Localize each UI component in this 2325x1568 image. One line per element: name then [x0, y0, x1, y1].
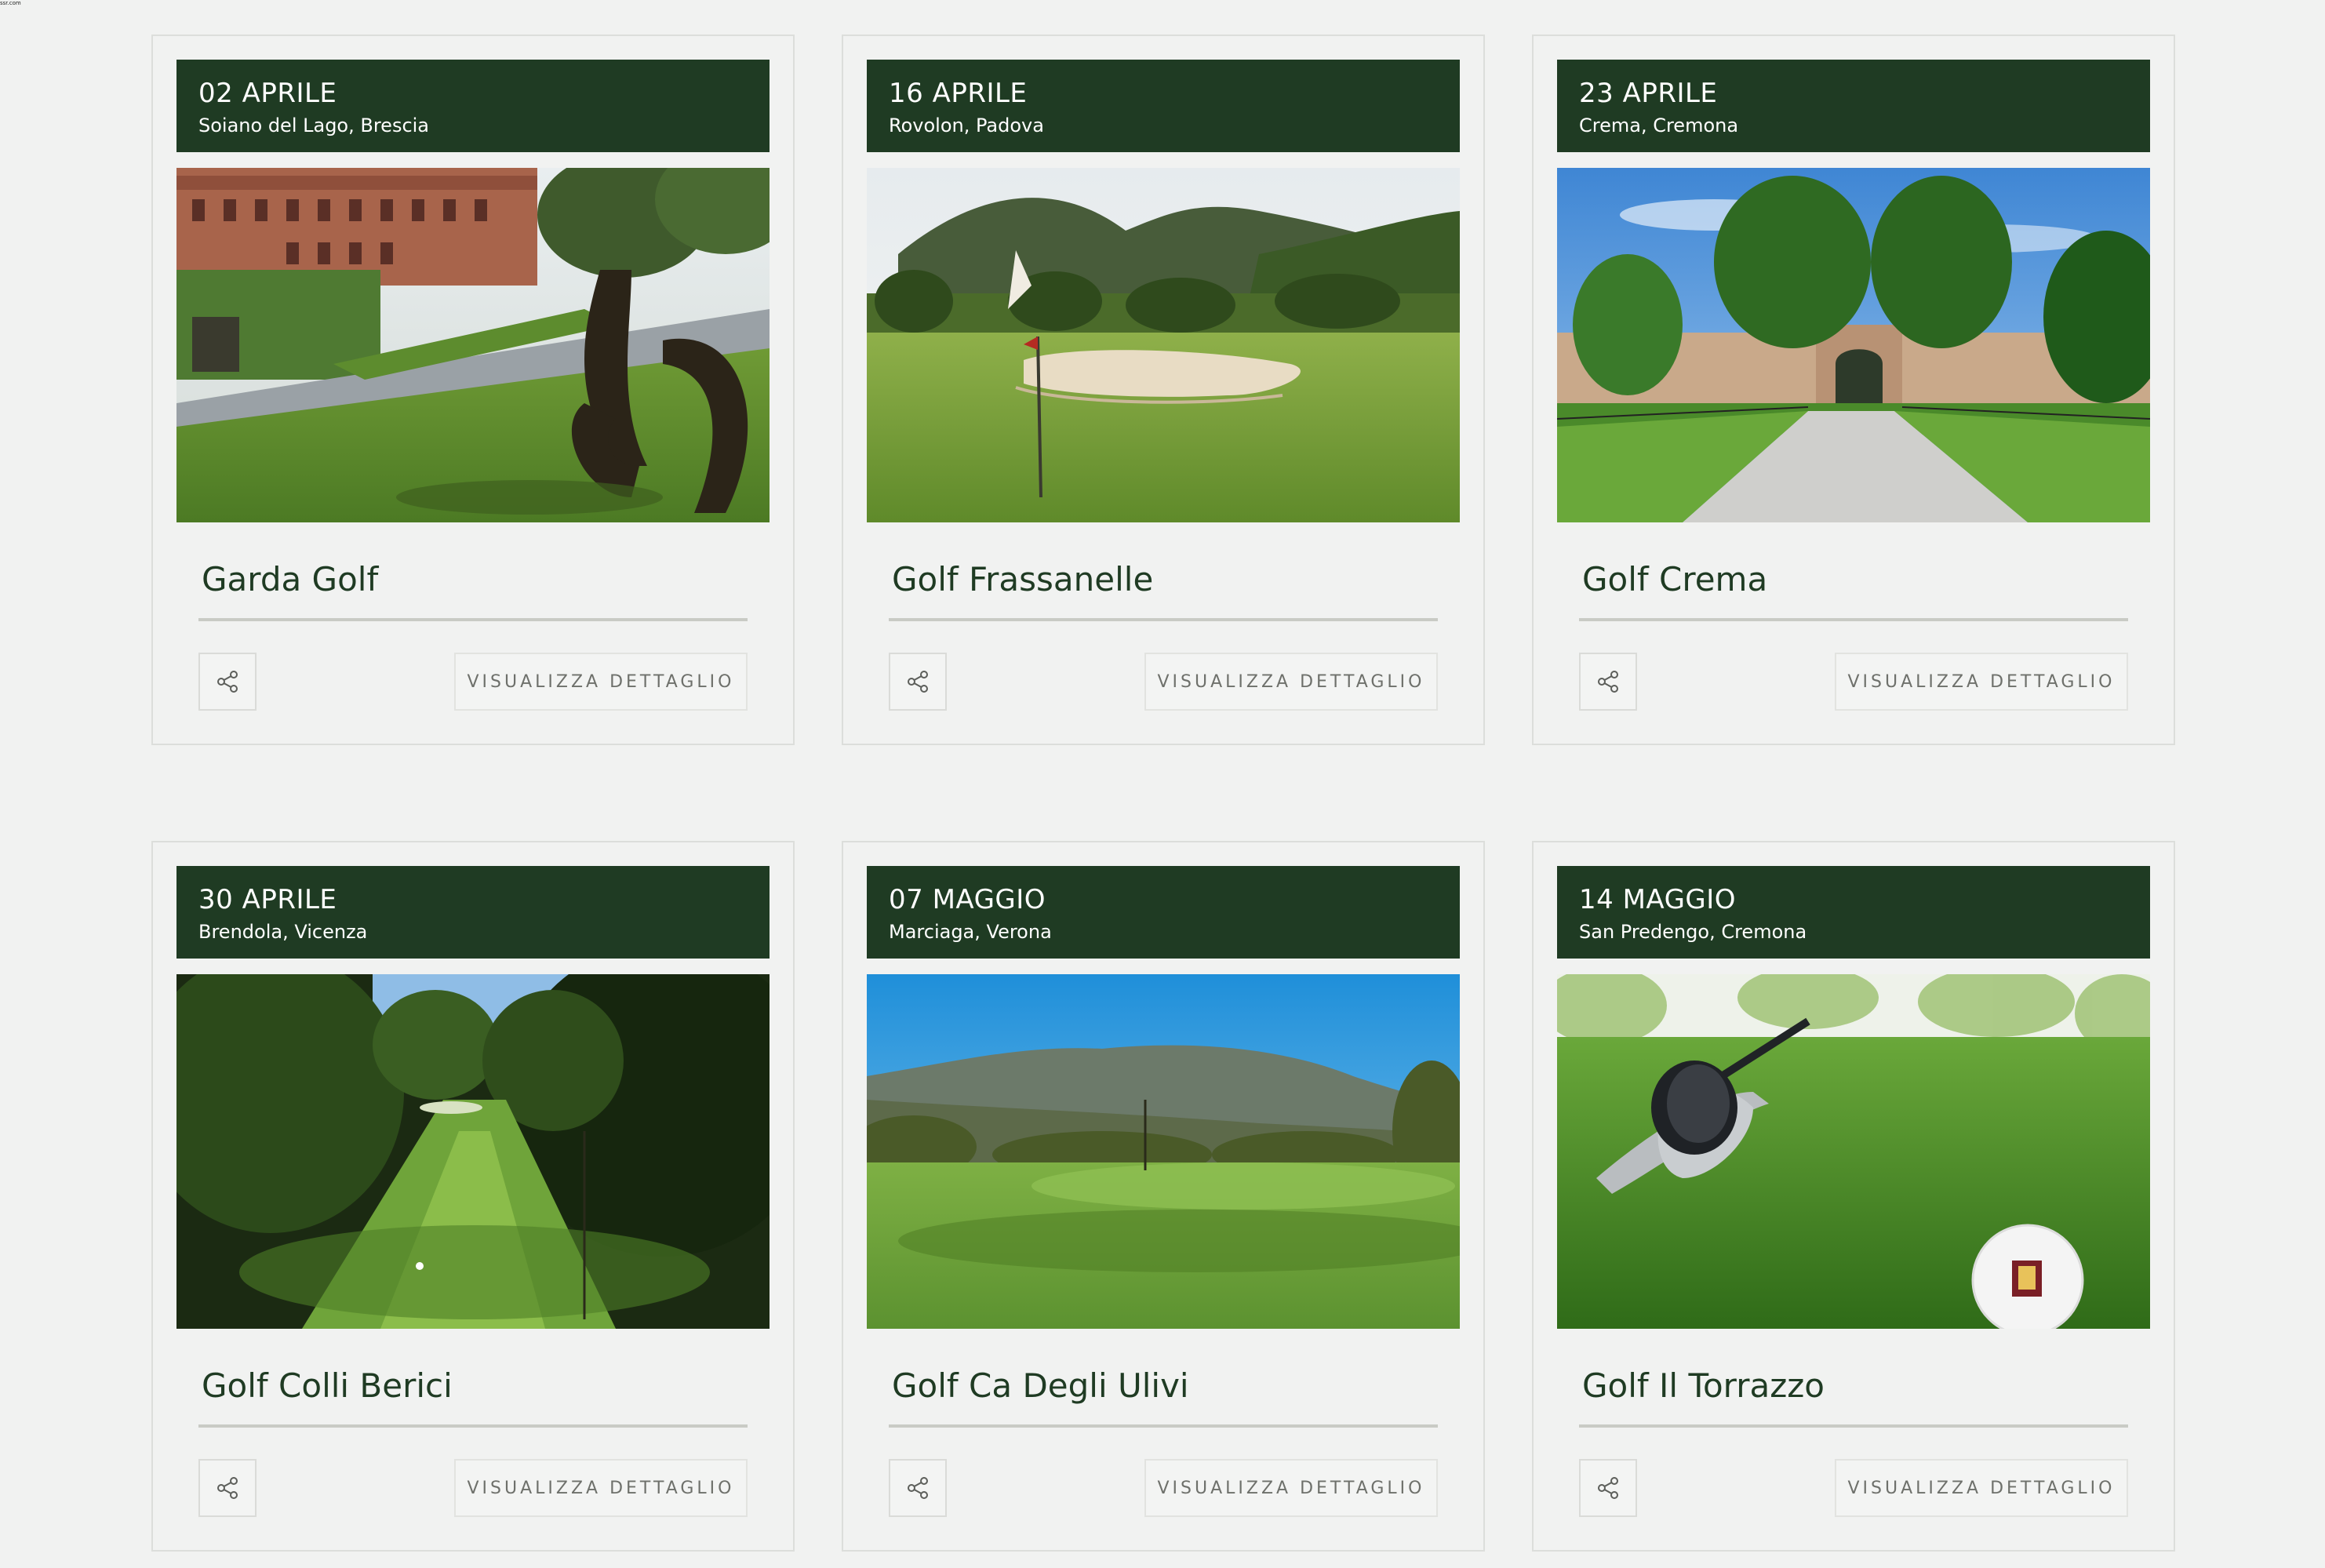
- card-header: 23 APRILE Crema, Cremona: [1557, 60, 2150, 152]
- share-button[interactable]: [198, 1459, 257, 1517]
- course-title[interactable]: Golf Crema: [1582, 560, 1767, 598]
- share-icon: [1598, 671, 1618, 693]
- card-divider: [1579, 618, 2128, 621]
- share-button[interactable]: [889, 1459, 947, 1517]
- card-divider: [889, 618, 1438, 621]
- card-header: 02 APRILE Soiano del Lago, Brescia: [176, 60, 770, 152]
- share-icon: [908, 671, 928, 693]
- card-header: 16 APRILE Rovolon, Padova: [867, 60, 1460, 152]
- event-card: 16 APRILE Rovolon, Padova Golf Frassanel…: [842, 35, 1485, 745]
- garda-golf-photo[interactable]: [176, 168, 770, 522]
- card-divider: [198, 1424, 748, 1428]
- event-date: 23 APRILE: [1579, 78, 1718, 109]
- view-detail-button[interactable]: VISUALIZZA DETTAGLIO: [1835, 1459, 2128, 1517]
- course-title[interactable]: Golf Colli Berici: [202, 1366, 453, 1405]
- course-title[interactable]: Garda Golf: [202, 560, 378, 598]
- event-location: Brendola, Vicenza: [198, 921, 368, 943]
- event-location: Soiano del Lago, Brescia: [198, 115, 430, 136]
- event-date: 16 APRILE: [889, 78, 1028, 109]
- event-card: 14 MAGGIO San Predengo, Cremona Golf Il …: [1532, 841, 2175, 1552]
- course-title[interactable]: Golf Ca Degli Ulivi: [892, 1366, 1189, 1405]
- event-date: 14 MAGGIO: [1579, 884, 1737, 915]
- view-detail-button[interactable]: VISUALIZZA DETTAGLIO: [1144, 653, 1438, 711]
- share-button[interactable]: [1579, 653, 1637, 711]
- page: ssr.com 02 APRILE Soiano del Lago, Bresc…: [0, 0, 2325, 1568]
- share-icon: [1598, 1477, 1618, 1499]
- event-date: 30 APRILE: [198, 884, 337, 915]
- event-grid: 02 APRILE Soiano del Lago, Brescia Garda…: [151, 35, 2175, 1552]
- event-location: Marciaga, Verona: [889, 921, 1052, 943]
- event-location: Rovolon, Padova: [889, 115, 1044, 136]
- share-button[interactable]: [1579, 1459, 1637, 1517]
- share-icon: [217, 671, 238, 693]
- event-date: 02 APRILE: [198, 78, 337, 109]
- share-button[interactable]: [889, 653, 947, 711]
- event-card: 02 APRILE Soiano del Lago, Brescia Garda…: [151, 35, 795, 745]
- card-divider: [889, 1424, 1438, 1428]
- event-card: 30 APRILE Brendola, Vicenza Golf Colli B…: [151, 841, 795, 1552]
- card-header: 07 MAGGIO Marciaga, Verona: [867, 866, 1460, 959]
- golf-ca-degli-ulivi-photo[interactable]: [867, 974, 1460, 1329]
- share-icon: [908, 1477, 928, 1499]
- card-header: 14 MAGGIO San Predengo, Cremona: [1557, 866, 2150, 959]
- event-card: 23 APRILE Crema, Cremona Golf Crema VISU…: [1532, 35, 2175, 745]
- golf-il-torrazzo-photo[interactable]: [1557, 974, 2150, 1329]
- event-location: Crema, Cremona: [1579, 115, 1739, 136]
- share-icon: [217, 1477, 238, 1499]
- view-detail-button[interactable]: VISUALIZZA DETTAGLIO: [1835, 653, 2128, 711]
- golf-frassanelle-photo[interactable]: [867, 168, 1460, 522]
- event-date: 07 MAGGIO: [889, 884, 1046, 915]
- card-divider: [1579, 1424, 2128, 1428]
- view-detail-button[interactable]: VISUALIZZA DETTAGLIO: [454, 1459, 748, 1517]
- view-detail-button[interactable]: VISUALIZZA DETTAGLIO: [1144, 1459, 1438, 1517]
- share-button[interactable]: [198, 653, 257, 711]
- card-divider: [198, 618, 748, 621]
- course-title[interactable]: Golf Frassanelle: [892, 560, 1153, 598]
- golf-crema-photo[interactable]: [1557, 168, 2150, 522]
- golf-colli-berici-photo[interactable]: [176, 974, 770, 1329]
- corner-mark: ssr.com: [0, 0, 21, 6]
- card-header: 30 APRILE Brendola, Vicenza: [176, 866, 770, 959]
- course-title[interactable]: Golf Il Torrazzo: [1582, 1366, 1825, 1405]
- event-location: San Predengo, Cremona: [1579, 921, 1807, 943]
- event-card: 07 MAGGIO Marciaga, Verona Golf Ca Degli…: [842, 841, 1485, 1552]
- view-detail-button[interactable]: VISUALIZZA DETTAGLIO: [454, 653, 748, 711]
